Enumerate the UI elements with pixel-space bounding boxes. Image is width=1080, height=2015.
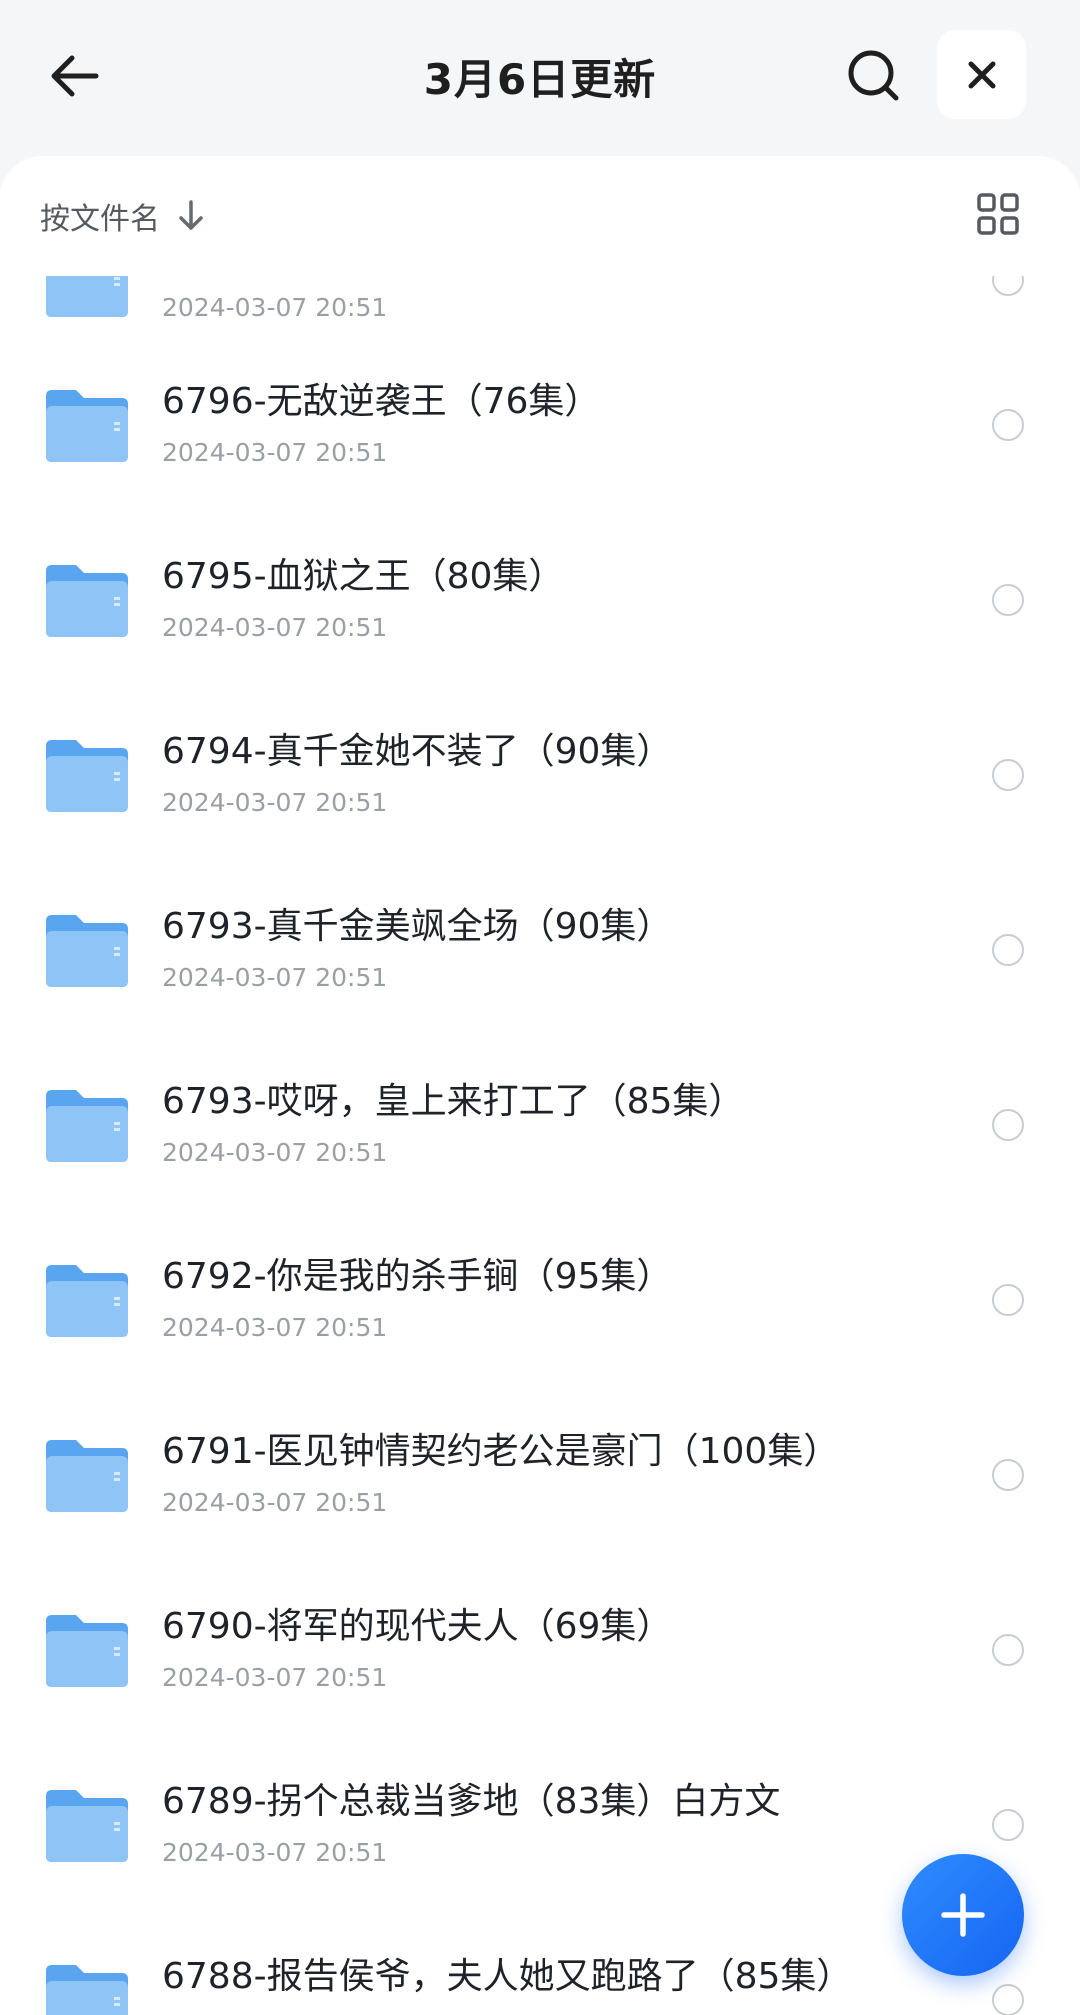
file-date: 2024-03-07 20:51: [162, 1487, 388, 1517]
file-row[interactable]: 6793-哎呀，皇上来打工了（85集） 2024-03-07 20:51: [0, 1037, 1080, 1212]
file-row[interactable]: 6794-真千金她不装了（90集） 2024-03-07 20:51: [0, 687, 1080, 862]
arrow-left-icon: [51, 55, 99, 97]
file-name: 6792-你是我的杀手锏（95集）: [162, 1255, 673, 1297]
folder-icon: [46, 1789, 128, 1862]
folder-icon: [46, 1964, 128, 2015]
file-row[interactable]: 6795-血狱之王（80集） 2024-03-07 20:51: [0, 512, 1080, 687]
back-button[interactable]: [36, 38, 112, 114]
plus-icon: [941, 1893, 985, 1937]
folder-icon: [46, 1614, 128, 1687]
arrow-down-icon: [176, 199, 206, 233]
grid-view-button[interactable]: [970, 186, 1026, 242]
file-name: 6788-报告侯爷，夫人她又跑路了（85集）: [162, 1955, 853, 1997]
close-icon: [968, 61, 995, 88]
folder-icon: [46, 914, 128, 987]
sort-label: 按文件名: [40, 202, 160, 237]
select-checkbox[interactable]: [992, 408, 1024, 441]
file-name: 6790-将军的现代夫人（69集）: [162, 1605, 673, 1647]
file-sheet: 2024-03-07 20:51 6796-无敌逆袭王（76集） 2024-03…: [0, 156, 1080, 2015]
folder-icon: [46, 1439, 128, 1512]
search-icon: [848, 50, 899, 101]
file-name: 6793-真千金美飒全场（90集）: [162, 905, 673, 947]
file-row[interactable]: 6796-无敌逆袭王（76集） 2024-03-07 20:51: [0, 337, 1080, 512]
folder-icon: [46, 564, 128, 637]
grid-view-icon: [977, 193, 1019, 235]
file-name: 6789-拐个总裁当爹地（83集）白方文: [162, 1780, 781, 1822]
file-date: 2024-03-07 20:51: [162, 1837, 388, 1867]
file-list[interactable]: 2024-03-07 20:51 6796-无敌逆袭王（76集） 2024-03…: [0, 156, 1080, 2015]
select-checkbox[interactable]: [992, 1108, 1024, 1141]
folder-icon: [46, 389, 128, 462]
file-row[interactable]: 6792-你是我的杀手锏（95集） 2024-03-07 20:51: [0, 1212, 1080, 1387]
select-checkbox[interactable]: [992, 758, 1024, 791]
file-date: 2024-03-07 20:51: [162, 962, 388, 992]
select-checkbox[interactable]: [992, 933, 1024, 966]
add-button[interactable]: [902, 1854, 1024, 1976]
file-date: 2024-03-07 20:51: [162, 612, 388, 642]
sort-by-name-button[interactable]: 按文件名: [40, 188, 206, 244]
select-checkbox[interactable]: [992, 1633, 1024, 1666]
file-name: 6794-真千金她不装了（90集）: [162, 730, 673, 772]
file-row[interactable]: 6790-将军的现代夫人（69集） 2024-03-07 20:51: [0, 1562, 1080, 1737]
sort-bar: 按文件名: [0, 156, 1080, 276]
file-name: 6791-医见钟情契约老公是豪门（100集）: [162, 1430, 840, 1472]
file-row[interactable]: 6793-真千金美飒全场（90集） 2024-03-07 20:51: [0, 862, 1080, 1037]
file-row[interactable]: 6791-医见钟情契约老公是豪门（100集） 2024-03-07 20:51: [0, 1387, 1080, 1562]
file-name: 6795-血狱之王（80集）: [162, 555, 565, 597]
file-date: 2024-03-07 20:51: [162, 787, 388, 817]
file-date: 2024-03-07 20:51: [162, 1662, 388, 1692]
select-checkbox[interactable]: [992, 1983, 1024, 2015]
select-checkbox[interactable]: [992, 583, 1024, 616]
file-name: 6796-无敌逆袭王（76集）: [162, 380, 601, 422]
file-date: 2024-03-07 20:51: [162, 437, 388, 467]
file-date: 2024-03-07 20:51: [162, 1312, 388, 1342]
folder-icon: [46, 1264, 128, 1337]
search-button[interactable]: [836, 38, 912, 114]
page-title: 3月6日更新: [423, 55, 657, 104]
select-checkbox[interactable]: [992, 1808, 1024, 1841]
close-button[interactable]: [937, 30, 1026, 119]
select-checkbox[interactable]: [992, 1283, 1024, 1316]
select-checkbox[interactable]: [992, 1458, 1024, 1491]
file-name: 6793-哎呀，皇上来打工了（85集）: [162, 1080, 745, 1122]
file-date: 2024-03-07 20:51: [162, 292, 388, 322]
file-date: 2024-03-07 20:51: [162, 1137, 388, 1167]
folder-icon: [46, 1089, 128, 1162]
folder-icon: [46, 739, 128, 812]
header-bar: 3月6日更新: [0, 0, 1080, 156]
